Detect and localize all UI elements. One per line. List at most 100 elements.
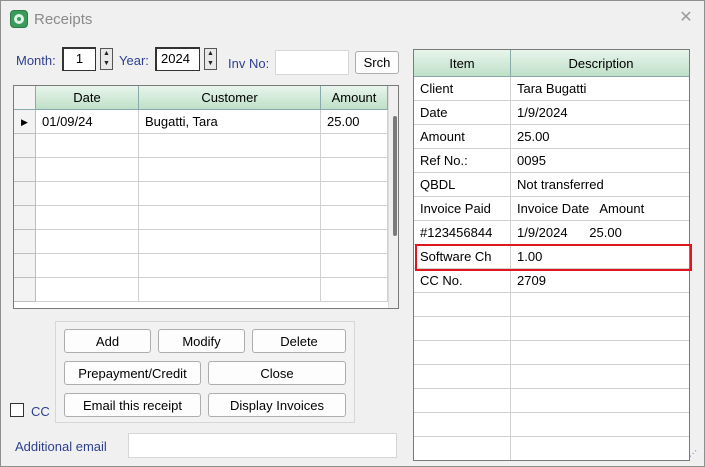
detail-item-cell[interactable] <box>414 293 511 317</box>
detail-item-cell[interactable]: CC No. <box>414 269 511 293</box>
detail-item-cell[interactable] <box>414 365 511 389</box>
delete-button[interactable]: Delete <box>252 329 346 353</box>
receipts-table: Date Customer Amount ▶ 01/09/24 Bugatti,… <box>13 85 399 309</box>
detail-item-cell[interactable]: Invoice Paid <box>414 197 511 221</box>
table-cell[interactable] <box>139 158 321 182</box>
table-cell[interactable] <box>321 230 388 254</box>
table-cell-customer[interactable]: Bugatti, Tara <box>139 110 321 134</box>
table-cell[interactable] <box>139 182 321 206</box>
column-header-item[interactable]: Item <box>414 50 511 77</box>
receipts-scrollbar[interactable] <box>388 86 398 308</box>
column-header-description[interactable]: Description <box>511 50 689 77</box>
current-row-icon[interactable]: ▶ <box>14 110 36 134</box>
table-cell[interactable] <box>36 254 139 278</box>
detail-description-cell[interactable] <box>511 413 689 437</box>
table-cell[interactable] <box>321 134 388 158</box>
table-cell[interactable] <box>321 278 388 302</box>
highlight-box <box>415 244 692 271</box>
detail-item-cell[interactable]: Date <box>414 101 511 125</box>
detail-item-cell[interactable] <box>414 317 511 341</box>
row-header[interactable] <box>14 134 36 158</box>
detail-description-cell[interactable]: 2709 <box>511 269 689 293</box>
table-cell[interactable] <box>36 158 139 182</box>
column-header-date[interactable]: Date <box>36 86 139 110</box>
scrollbar-thumb[interactable] <box>393 116 397 236</box>
detail-item-cell[interactable]: Ref No.: <box>414 149 511 173</box>
table-cell[interactable] <box>139 278 321 302</box>
additional-email-input[interactable] <box>128 433 397 458</box>
email-receipt-button[interactable]: Email this receipt <box>64 393 201 417</box>
detail-description-cell[interactable]: Tara Bugatti <box>511 77 689 101</box>
row-header[interactable] <box>14 206 36 230</box>
detail-description-cell[interactable] <box>511 293 689 317</box>
table-cell[interactable] <box>321 254 388 278</box>
year-input[interactable]: 2024 <box>155 47 200 71</box>
add-button[interactable]: Add <box>64 329 151 353</box>
row-header[interactable] <box>14 158 36 182</box>
detail-description-cell[interactable] <box>511 365 689 389</box>
cc-label: CC <box>31 404 50 419</box>
search-button[interactable]: Srch <box>355 51 399 74</box>
year-label: Year: <box>119 53 149 68</box>
modify-button[interactable]: Modify <box>158 329 245 353</box>
table-cell[interactable] <box>321 158 388 182</box>
detail-item-cell[interactable] <box>414 341 511 365</box>
detail-item-cell[interactable]: #123456844 <box>414 221 511 245</box>
window-title: Receipts <box>34 11 93 28</box>
detail-description-cell[interactable]: Invoice Date Amount <box>511 197 689 221</box>
table-cell[interactable] <box>139 230 321 254</box>
detail-description-cell[interactable]: 0095 <box>511 149 689 173</box>
display-invoices-button[interactable]: Display Invoices <box>208 393 346 417</box>
detail-item-cell[interactable] <box>414 413 511 437</box>
table-cell[interactable] <box>36 230 139 254</box>
table-cell[interactable] <box>321 182 388 206</box>
table-cell[interactable] <box>139 254 321 278</box>
table-cell[interactable] <box>36 278 139 302</box>
year-stepper[interactable]: ▲ ▼ <box>204 48 217 70</box>
table-cell[interactable] <box>36 206 139 230</box>
arrow-up-icon[interactable]: ▲ <box>205 49 216 59</box>
app-logo-icon <box>10 10 28 28</box>
detail-item-cell[interactable]: Client <box>414 77 511 101</box>
additional-email-label: Additional email <box>15 439 107 454</box>
row-header[interactable] <box>14 182 36 206</box>
detail-description-cell[interactable]: 1/9/2024 <box>511 101 689 125</box>
detail-item-cell[interactable]: Amount <box>414 125 511 149</box>
inv-no-input[interactable] <box>275 50 349 75</box>
table-cell-amount[interactable]: 25.00 <box>321 110 388 134</box>
row-header-corner <box>14 86 36 110</box>
detail-description-cell[interactable] <box>511 317 689 341</box>
detail-description-cell[interactable]: Not transferred <box>511 173 689 197</box>
arrow-down-icon[interactable]: ▼ <box>205 59 216 69</box>
row-header[interactable] <box>14 254 36 278</box>
resize-grip-icon[interactable]: ⋰ <box>689 450 699 461</box>
table-cell[interactable] <box>321 206 388 230</box>
arrow-down-icon[interactable]: ▼ <box>101 59 112 69</box>
column-header-customer[interactable]: Customer <box>139 86 321 110</box>
detail-description-cell[interactable] <box>511 341 689 365</box>
cc-checkbox[interactable] <box>10 403 24 417</box>
title-bar: Receipts ✕ <box>1 1 704 37</box>
detail-description-cell[interactable] <box>511 437 689 460</box>
detail-item-cell[interactable]: QBDL <box>414 173 511 197</box>
table-cell-date[interactable]: 01/09/24 <box>36 110 139 134</box>
table-cell[interactable] <box>139 206 321 230</box>
close-button[interactable]: Close <box>208 361 346 385</box>
detail-description-cell[interactable]: 1/9/2024 25.00 <box>511 221 689 245</box>
detail-item-cell[interactable] <box>414 437 511 460</box>
table-cell[interactable] <box>139 134 321 158</box>
close-window-icon[interactable]: ✕ <box>677 8 695 28</box>
table-cell[interactable] <box>36 134 139 158</box>
column-header-amount[interactable]: Amount <box>321 86 388 110</box>
month-stepper[interactable]: ▲ ▼ <box>100 48 113 70</box>
month-input[interactable]: 1 <box>62 47 96 71</box>
detail-item-cell[interactable] <box>414 389 511 413</box>
receipts-window: Receipts ✕ Month: 1 ▲ ▼ Year: 2024 ▲ ▼ I… <box>0 0 705 467</box>
prepayment-credit-button[interactable]: Prepayment/Credit <box>64 361 201 385</box>
detail-description-cell[interactable]: 25.00 <box>511 125 689 149</box>
row-header[interactable] <box>14 278 36 302</box>
row-header[interactable] <box>14 230 36 254</box>
detail-description-cell[interactable] <box>511 389 689 413</box>
arrow-up-icon[interactable]: ▲ <box>101 49 112 59</box>
table-cell[interactable] <box>36 182 139 206</box>
